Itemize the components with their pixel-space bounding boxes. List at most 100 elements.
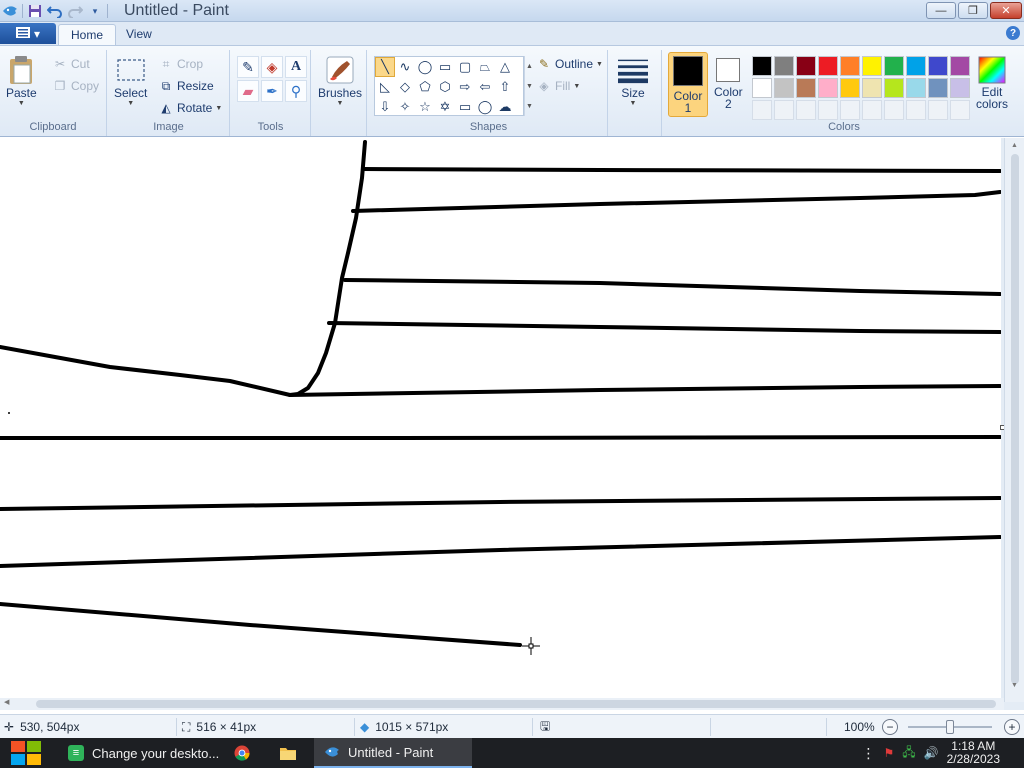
custom-color-slot[interactable]: [840, 100, 860, 120]
right-arrow-shape-icon[interactable]: ⇨: [455, 77, 475, 97]
palette-swatch[interactable]: [774, 56, 794, 76]
scroll-down-icon[interactable]: ▼: [526, 83, 533, 90]
taskbar-item-paint[interactable]: Untitled - Paint: [314, 738, 472, 768]
help-icon[interactable]: ?: [1006, 26, 1020, 40]
cut-button[interactable]: ✂ Cut: [52, 56, 90, 72]
rounded-rectangle-shape-icon[interactable]: ▢: [455, 57, 475, 77]
cloud-callout-shape-icon[interactable]: ☁: [495, 97, 515, 117]
more-icon[interactable]: ⋮: [862, 745, 876, 762]
palette-swatch[interactable]: [928, 78, 948, 98]
brushes-button[interactable]: Brushes ▼: [318, 54, 362, 107]
edit-colors-button[interactable]: Edit colors: [976, 54, 1008, 110]
undo-icon[interactable]: [47, 3, 63, 19]
fill-icon[interactable]: ◈: [261, 56, 283, 78]
text-icon[interactable]: A: [285, 56, 307, 78]
taskbar-item-explorer[interactable]: [270, 738, 306, 768]
rectangle-shape-icon[interactable]: ▭: [435, 57, 455, 77]
size-button[interactable]: Size ▼: [618, 54, 648, 107]
paint-icon[interactable]: [2, 3, 18, 19]
custom-color-slot[interactable]: [818, 100, 838, 120]
color-picker-icon[interactable]: ✒: [261, 80, 283, 102]
up-arrow-shape-icon[interactable]: ⇧: [495, 77, 515, 97]
diamond-shape-icon[interactable]: ◇: [395, 77, 415, 97]
copy-button[interactable]: ❐ Copy: [52, 78, 99, 94]
palette-swatch[interactable]: [752, 78, 772, 98]
save-icon[interactable]: [27, 3, 43, 19]
palette-swatch[interactable]: [928, 56, 948, 76]
palette-swatch[interactable]: [862, 56, 882, 76]
clock[interactable]: 1:18 AM 2/28/2023: [947, 740, 1000, 766]
polygon-shape-icon[interactable]: ⏢: [475, 57, 495, 77]
scroll-down-arrow-icon[interactable]: ▼: [1011, 682, 1018, 689]
vertical-scroll-thumb[interactable]: [1011, 154, 1019, 684]
flag-icon[interactable]: ⚑: [884, 746, 895, 760]
custom-color-slot[interactable]: [884, 100, 904, 120]
crop-button[interactable]: ⌗ Crop: [158, 56, 203, 72]
left-arrow-shape-icon[interactable]: ⇦: [475, 77, 495, 97]
palette-swatch[interactable]: [906, 78, 926, 98]
minimize-button[interactable]: —: [926, 2, 956, 19]
tab-home[interactable]: Home: [58, 24, 117, 45]
custom-color-slot[interactable]: [928, 100, 948, 120]
taskbar-item-chrome[interactable]: [224, 738, 260, 768]
palette-swatch[interactable]: [818, 56, 838, 76]
shapes-scroll[interactable]: ▲ ▼ ▼: [524, 56, 534, 116]
curve-shape-icon[interactable]: ∿: [395, 57, 415, 77]
taskbar-item-settings[interactable]: ≡ Change your deskto...: [58, 738, 229, 768]
right-triangle-shape-icon[interactable]: ◺: [375, 77, 395, 97]
paste-button[interactable]: Paste ▼: [6, 54, 37, 107]
palette-swatch[interactable]: [884, 78, 904, 98]
resize-button[interactable]: ⧉ Resize: [158, 78, 214, 94]
file-menu-button[interactable]: ▾: [0, 23, 56, 44]
zoom-out-button[interactable]: −: [882, 719, 898, 735]
tab-view[interactable]: View: [114, 24, 164, 45]
hexagon-shape-icon[interactable]: ⬡: [435, 77, 455, 97]
vertical-scrollbar[interactable]: ▲ ▼: [1004, 138, 1024, 702]
palette-swatch[interactable]: [884, 56, 904, 76]
zoom-in-button[interactable]: +: [1004, 719, 1020, 735]
maximize-button[interactable]: ❐: [958, 2, 988, 19]
line-shape-icon[interactable]: ╲: [375, 57, 395, 77]
custom-color-slot[interactable]: [862, 100, 882, 120]
eraser-icon[interactable]: ▰: [237, 80, 259, 102]
palette-swatch[interactable]: [796, 56, 816, 76]
palette-swatch[interactable]: [862, 78, 882, 98]
six-point-star-shape-icon[interactable]: ✡: [435, 97, 455, 117]
volume-icon[interactable]: 🔊: [924, 746, 939, 760]
rounded-callout-shape-icon[interactable]: ▭: [455, 97, 475, 117]
rotate-button[interactable]: ◭ Rotate ▼: [158, 100, 222, 116]
palette-swatch[interactable]: [774, 78, 794, 98]
palette-swatch[interactable]: [840, 78, 860, 98]
palette-swatch[interactable]: [950, 78, 970, 98]
horizontal-scroll-thumb[interactable]: [36, 700, 996, 708]
color1-button[interactable]: Color 1: [668, 52, 708, 117]
triangle-shape-icon[interactable]: △: [495, 57, 515, 77]
zoom-slider-thumb[interactable]: [946, 720, 954, 734]
down-arrow-shape-icon[interactable]: ⇩: [375, 97, 395, 117]
palette-swatch[interactable]: [796, 78, 816, 98]
custom-color-slot[interactable]: [906, 100, 926, 120]
windows-start-icon[interactable]: [8, 740, 44, 766]
pencil-icon[interactable]: ✎: [237, 56, 259, 78]
palette-swatch[interactable]: [840, 56, 860, 76]
pentagon-shape-icon[interactable]: ⬠: [415, 77, 435, 97]
expand-gallery-icon[interactable]: ▼: [526, 103, 533, 110]
custom-color-slot[interactable]: [796, 100, 816, 120]
scroll-left-arrow-icon[interactable]: ◀: [4, 698, 9, 706]
horizontal-scrollbar[interactable]: ◀: [0, 698, 1004, 710]
redo-icon[interactable]: [67, 3, 83, 19]
palette-swatch[interactable]: [752, 56, 772, 76]
palette-swatch[interactable]: [906, 56, 926, 76]
outline-button[interactable]: ✎ Outline ▼: [536, 56, 603, 72]
palette-swatch[interactable]: [818, 78, 838, 98]
oval-callout-shape-icon[interactable]: ◯: [475, 97, 495, 117]
oval-shape-icon[interactable]: ◯: [415, 57, 435, 77]
close-button[interactable]: ✕: [990, 2, 1022, 19]
drawing-canvas[interactable]: [0, 138, 1001, 698]
scroll-up-arrow-icon[interactable]: ▲: [1011, 142, 1018, 149]
fill-button[interactable]: ◈ Fill ▼: [536, 78, 580, 94]
custom-color-slot[interactable]: [752, 100, 772, 120]
four-point-star-shape-icon[interactable]: ✧: [395, 97, 415, 117]
custom-color-slot[interactable]: [774, 100, 794, 120]
network-icon[interactable]: 🖧: [902, 743, 915, 764]
